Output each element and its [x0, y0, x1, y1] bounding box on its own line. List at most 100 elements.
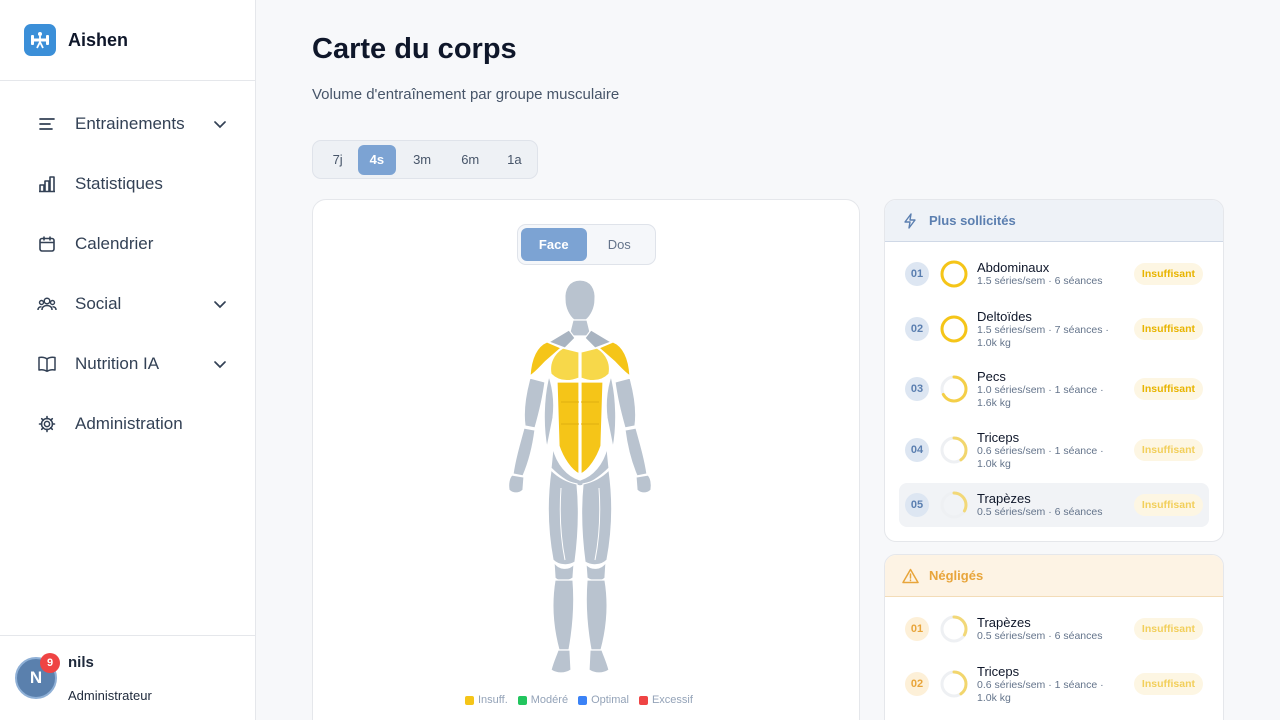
nav-item-calendrier[interactable]: Calendrier: [0, 214, 255, 274]
rank-badge: 02: [905, 672, 929, 696]
muscle-row[interactable]: 03 Pecs 1.0 séries/sem · 1 séance · 1.6k k…: [899, 362, 1209, 416]
hand-right: [635, 474, 652, 494]
muscle-row[interactable]: 02 Triceps 0.6 séries/sem · 1 séance · 1.0…: [899, 657, 1209, 711]
muscle-forearm-left: [512, 427, 536, 477]
page-subtitle: Volume d'entraînement par groupe muscula…: [312, 86, 620, 103]
body-map-card: Face Dos Insuff. Modéré Optimal Excessif: [312, 199, 860, 720]
muscle-calf-right: [585, 579, 608, 651]
users-icon: [37, 294, 57, 314]
panel-header: Plus sollicités: [885, 200, 1223, 242]
page-title: Carte du corps: [312, 33, 517, 65]
period-option-1a[interactable]: 1a: [492, 145, 537, 175]
muscle-row[interactable]: 01 Trapèzes 0.5 séries/sem · 6 séances Insu…: [899, 609, 1209, 649]
period-option-4s[interactable]: 4s: [358, 144, 396, 175]
status-badge: Insuffisant: [1133, 318, 1203, 340]
notification-badge[interactable]: 9: [40, 653, 60, 673]
foot-left: [550, 649, 572, 674]
legend-swatch: [578, 695, 588, 705]
muscle-stats: 1.0 séries/sem · 1 séance · 1.6k kg: [977, 383, 1104, 409]
most-worked-panel: Plus sollicités 01 Abdominaux 1.5 séries/s…: [884, 199, 1224, 542]
muscle-abs-right: [580, 381, 604, 475]
head: [564, 279, 596, 321]
panel-title: Plus sollicités: [929, 213, 1016, 228]
muscle-oblique-left: [543, 375, 555, 449]
period-selector: 7j 4s 3m 6m 1a: [312, 140, 538, 179]
progress-ring: [940, 436, 968, 464]
progress-ring: [940, 315, 968, 343]
period-option-6m[interactable]: 6m: [449, 145, 492, 175]
status-badge: Insuffisant: [1133, 263, 1203, 285]
nav-item-social[interactable]: Social: [0, 274, 255, 334]
muscle-row[interactable]: 02 Deltoïdes 1.5 séries/sem · 7 séances · …: [899, 302, 1209, 356]
lightning-icon: [901, 212, 919, 230]
legend-label: Optimal: [591, 694, 629, 706]
muscle-name: Triceps: [977, 663, 1020, 679]
muscle-abs-left: [556, 381, 580, 475]
panel-title: Négligés: [929, 568, 984, 583]
nav-label: Entrainements: [75, 114, 185, 133]
muscle-biceps-left: [523, 377, 546, 429]
muscle-info: Triceps 0.6 séries/sem · 1 séance · 1.0k …: [977, 430, 1123, 471]
color-legend: Insuff. Modéré Optimal Excessif: [465, 694, 693, 706]
muscle-info: Trapèzes 0.5 séries/sem · 6 séances: [977, 615, 1123, 643]
bar-chart-icon: [37, 174, 57, 194]
muscle-stats: 0.6 séries/sem · 1 séance · 1.0k kg: [977, 678, 1104, 704]
muscle-info: Abdominaux 1.5 séries/sem · 6 séances: [977, 260, 1123, 288]
muscle-stats: 0.5 séries/sem · 6 séances: [977, 506, 1103, 518]
user-profile[interactable]: N 9 nils Administrateur: [0, 635, 255, 720]
brand[interactable]: Aishen: [0, 0, 255, 81]
muscle-biceps-right: [614, 377, 637, 429]
status-badge: Insuffisant: [1133, 494, 1203, 516]
chevron-down-icon[interactable]: [211, 295, 229, 313]
period-option-7j[interactable]: 7j: [317, 145, 358, 175]
nav-item-nutrition-ia[interactable]: Nutrition IA: [0, 334, 255, 394]
dumbbell-logo-icon: [24, 24, 56, 56]
period-option-3m[interactable]: 3m: [396, 145, 449, 175]
panel-header: Négligés: [885, 555, 1223, 597]
muscle-forearm-right: [624, 427, 648, 477]
legend-item: Optimal: [578, 694, 629, 706]
view-back-button[interactable]: Dos: [587, 228, 653, 261]
book-icon: [37, 354, 57, 374]
sidebar: Aishen Entrainements Statistiques Calend…: [0, 0, 256, 720]
legend-item: Excessif: [638, 694, 693, 706]
muscle-name: Trapèzes: [977, 615, 1031, 630]
muscle-stats: 1.5 séries/sem · 7 séances · 1.0k kg: [977, 323, 1109, 349]
muscle-info: Trapèzes 0.5 séries/sem · 6 séances: [977, 491, 1123, 519]
legend-item: Insuff.: [465, 694, 508, 706]
muscle-calf-left: [552, 579, 575, 651]
legend-item: Modéré: [517, 694, 568, 706]
nav-item-statistiques[interactable]: Statistiques: [0, 154, 255, 214]
muscle-row[interactable]: 04 Triceps 0.6 séries/sem · 1 séance · 1.0…: [899, 423, 1209, 477]
chevron-down-icon[interactable]: [211, 115, 229, 133]
chevron-down-icon[interactable]: [211, 355, 229, 373]
nav-item-entrainements[interactable]: Entrainements: [0, 94, 255, 154]
rank-badge: 04: [905, 438, 929, 462]
list-icon: [37, 114, 57, 134]
app-name: Aishen: [68, 29, 129, 50]
nav-item-administration[interactable]: Administration: [0, 394, 255, 454]
muscle-row[interactable]: 01 Abdominaux 1.5 séries/sem · 6 séances In…: [899, 254, 1209, 294]
rank-badge: 05: [905, 493, 929, 517]
status-badge: Insuffisant: [1133, 378, 1203, 400]
status-badge: Insuffisant: [1133, 673, 1203, 695]
gear-icon: [37, 414, 57, 434]
view-front-button[interactable]: Face: [521, 228, 587, 261]
foot-right: [588, 649, 610, 674]
user-name: nils: [68, 654, 94, 671]
nav-label: Social: [75, 294, 122, 313]
progress-ring: [940, 615, 968, 643]
muscle-info: Pecs 1.0 séries/sem · 1 séance · 1.6k kg: [977, 369, 1123, 410]
rank-badge: 01: [905, 617, 929, 641]
muscle-name: Triceps: [977, 429, 1020, 445]
status-badge: Insuffisant: [1133, 439, 1203, 461]
nav-label: Statistiques: [75, 174, 163, 193]
legend-swatch: [517, 695, 527, 705]
progress-ring: [940, 260, 968, 288]
legend-swatch: [465, 695, 474, 705]
muscle-stats: 1.5 séries/sem · 6 séances: [977, 275, 1103, 287]
legend-label: Excessif: [651, 694, 693, 706]
muscle-row[interactable]: 05 Trapèzes 0.5 séries/sem · 6 séances Insu…: [899, 483, 1209, 527]
progress-ring: [940, 491, 968, 519]
rank-badge: 01: [905, 262, 929, 286]
